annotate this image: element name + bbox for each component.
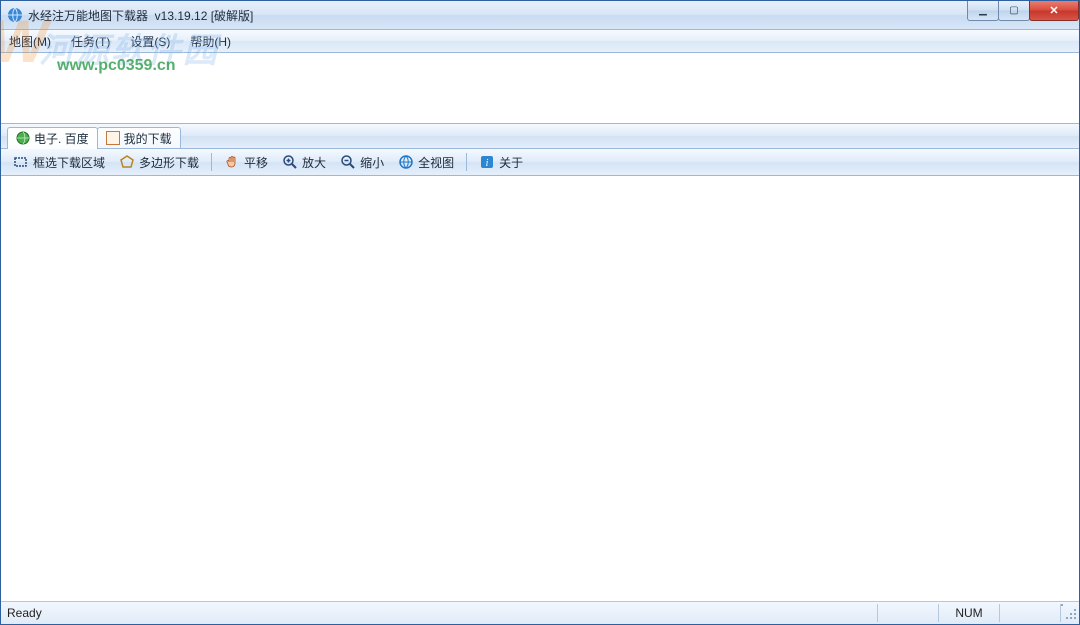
menu-help[interactable]: 帮助(H)	[186, 31, 235, 52]
menu-settings[interactable]: 设置(S)	[126, 31, 174, 52]
status-pane-1	[877, 604, 938, 622]
zoom-in-icon	[282, 154, 298, 170]
toolbar-separator	[466, 153, 467, 171]
tool-label: 缩小	[360, 154, 384, 171]
close-icon: ✕	[1049, 6, 1058, 16]
status-pane-num: NUM	[938, 604, 999, 622]
minimize-icon: ▁	[979, 6, 987, 16]
tool-label: 放大	[302, 154, 326, 171]
zoom-out-icon	[340, 154, 356, 170]
document-icon	[106, 131, 120, 145]
window-title: 水经注万能地图下载器 v13.19.12 [破解版]	[28, 7, 253, 24]
window-controls: ▁ ▢ ✕	[968, 1, 1079, 21]
tabstrip: 电子. 百度 我的下载	[1, 124, 1079, 149]
about-icon: i	[479, 154, 495, 170]
tab-label: 我的下载	[124, 130, 172, 147]
tool-rect-select[interactable]: 框选下载区域	[7, 152, 111, 173]
tab-my-downloads[interactable]: 我的下载	[97, 127, 181, 148]
maximize-button[interactable]: ▢	[998, 1, 1030, 21]
status-pane-3	[999, 604, 1060, 622]
upper-pane	[1, 53, 1079, 124]
titlebar[interactable]: 水经注万能地图下载器 v13.19.12 [破解版] ▁ ▢ ✕	[1, 1, 1079, 30]
menu-tasks[interactable]: 任务(T)	[67, 31, 114, 52]
svg-text:i: i	[486, 158, 489, 169]
polygon-icon	[119, 154, 135, 170]
resize-grip-icon[interactable]	[1060, 604, 1079, 622]
app-icon	[7, 7, 23, 23]
toolbar: 框选下载区域 多边形下载 平移 放大 缩小	[1, 149, 1079, 176]
tool-label: 关于	[499, 154, 523, 171]
tool-full-extent[interactable]: 全视图	[392, 152, 460, 173]
globe-icon	[16, 131, 30, 145]
tab-map-baidu[interactable]: 电子. 百度	[7, 127, 98, 149]
status-text: Ready	[1, 606, 877, 620]
tool-polygon[interactable]: 多边形下载	[113, 152, 205, 173]
content-area[interactable]	[1, 176, 1079, 601]
tool-label: 多边形下载	[139, 154, 199, 171]
maximize-icon: ▢	[1009, 6, 1018, 16]
tool-label: 全视图	[418, 154, 454, 171]
full-extent-icon	[398, 154, 414, 170]
hand-pan-icon	[224, 154, 240, 170]
menubar: 地图(M) 任务(T) 设置(S) 帮助(H)	[1, 30, 1079, 53]
tool-label: 框选下载区域	[33, 154, 105, 171]
rect-select-icon	[13, 154, 29, 170]
statusbar: Ready NUM	[1, 601, 1079, 624]
app-window: 水经注万能地图下载器 v13.19.12 [破解版] ▁ ▢ ✕ 地图(M) 任…	[0, 0, 1080, 625]
minimize-button[interactable]: ▁	[967, 1, 999, 21]
menu-map[interactable]: 地图(M)	[5, 31, 55, 52]
tool-about[interactable]: i 关于	[473, 152, 529, 173]
toolbar-separator	[211, 153, 212, 171]
tab-label: 电子. 百度	[34, 130, 89, 147]
close-button[interactable]: ✕	[1029, 1, 1079, 21]
tool-zoom-in[interactable]: 放大	[276, 152, 332, 173]
tool-pan[interactable]: 平移	[218, 152, 274, 173]
tool-zoom-out[interactable]: 缩小	[334, 152, 390, 173]
tool-label: 平移	[244, 154, 268, 171]
